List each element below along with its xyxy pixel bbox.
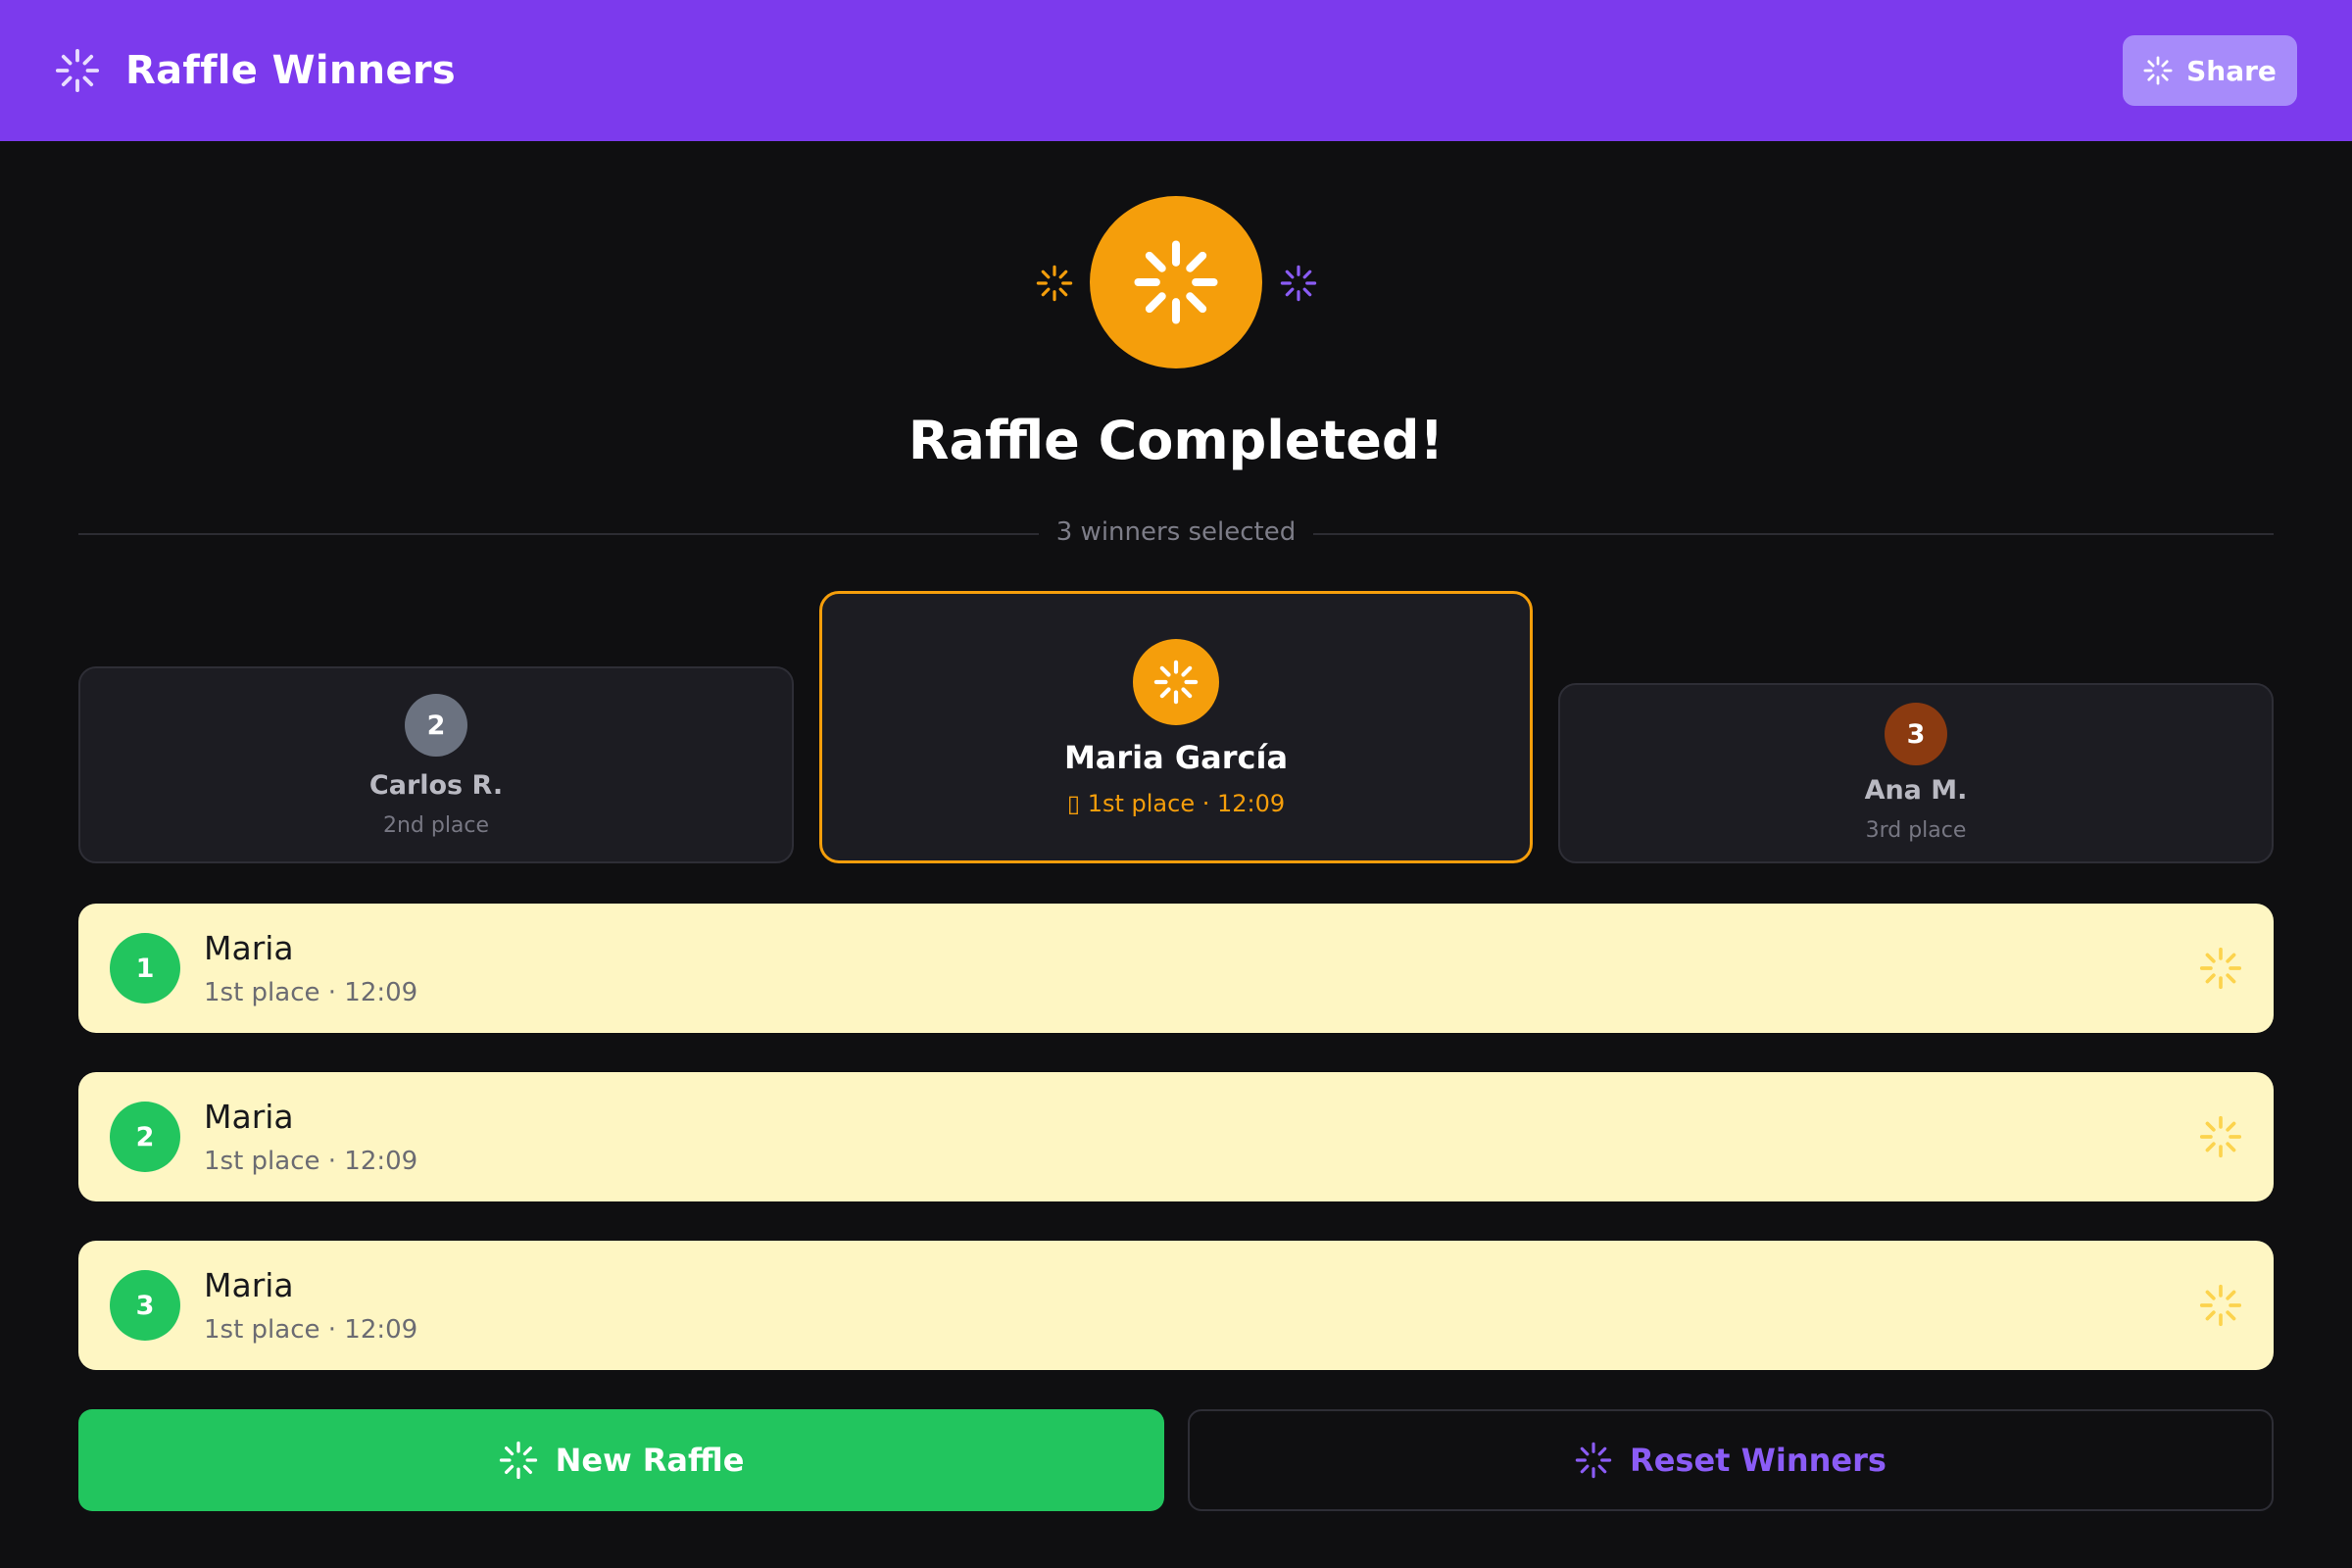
rank-badge: 2	[110, 1102, 180, 1172]
podium-name: Maria García	[1063, 739, 1289, 776]
rank-badge-2: 2	[405, 694, 467, 757]
rank-badge: 1	[110, 933, 180, 1004]
winner-name: Maria	[204, 1266, 294, 1304]
winner-badge	[1133, 639, 1219, 725]
sparkle-icon	[1133, 239, 1219, 325]
reset-winners-button[interactable]: Reset Winners	[1188, 1409, 2274, 1511]
podium-first-place: Maria García ▯ 1st place · 12:09	[819, 591, 1533, 863]
app-header: Raffle Winners	[0, 0, 2352, 141]
winners-count-text: 3 winners selected	[1055, 517, 1297, 547]
header-brand: Raffle Winners	[55, 48, 456, 93]
hero-section	[0, 196, 2352, 368]
sparkle-icon	[499, 1441, 537, 1480]
divider-line-right	[1313, 533, 2274, 535]
podium-place: 3rd place	[1865, 818, 1967, 843]
rank-badge: 3	[110, 1270, 180, 1341]
winner-row[interactable]: 3 Maria 1st place · 12:09	[78, 1241, 2274, 1370]
confetti-left-icon	[1036, 265, 1073, 302]
podium-place: ▯ 1st place · 12:09	[1066, 790, 1286, 817]
winner-detail: 1st place · 12:09	[204, 978, 418, 1007]
share-icon	[2143, 56, 2173, 85]
sparkle-icon	[2199, 1115, 2242, 1158]
sparkle-icon	[2199, 1284, 2242, 1327]
sparkle-icon	[2199, 947, 2242, 990]
share-button-label: Share	[2186, 54, 2277, 87]
page-title: Raffle Winners	[125, 48, 457, 93]
winners-count-divider: 3 winners selected	[78, 510, 2274, 559]
podium-second-place: 2 Carlos R. 2nd place	[78, 666, 794, 863]
winner-name: Maria	[204, 929, 294, 967]
podium-name: Carlos R.	[368, 770, 504, 801]
sparkle-icon	[1153, 660, 1199, 705]
completion-heading: Raffle Completed!	[907, 410, 1445, 471]
winner-detail: 1st place · 12:09	[204, 1147, 418, 1176]
sparkle-icon	[1575, 1442, 1612, 1479]
sparkle-icon	[55, 48, 100, 93]
podium-name: Ana M.	[1864, 775, 1968, 806]
new-raffle-button[interactable]: New Raffle	[78, 1409, 1164, 1511]
podium-third-place: 3 Ana M. 3rd place	[1558, 683, 2274, 863]
winner-row[interactable]: 2 Maria 1st place · 12:09	[78, 1072, 2274, 1201]
rank-badge-3: 3	[1885, 703, 1947, 765]
winner-detail: 1st place · 12:09	[204, 1315, 418, 1345]
trophy-badge	[1090, 196, 1262, 368]
podium-place: 2nd place	[382, 813, 490, 838]
new-raffle-label: New Raffle	[555, 1442, 745, 1479]
winner-row[interactable]: 1 Maria 1st place · 12:09	[78, 904, 2274, 1033]
winner-name: Maria	[204, 1098, 294, 1136]
divider-line-left	[78, 533, 1039, 535]
share-button[interactable]: Share	[2123, 35, 2297, 106]
reset-winners-label: Reset Winners	[1630, 1442, 1886, 1479]
confetti-right-icon	[1280, 265, 1317, 302]
